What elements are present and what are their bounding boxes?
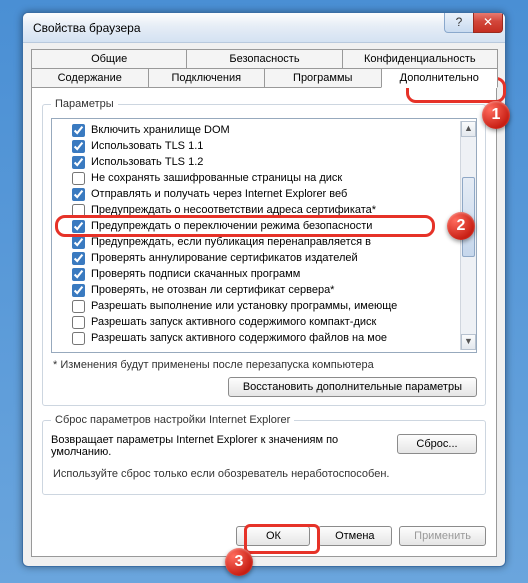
restart-note: * Изменения будут применены после переза… — [53, 359, 475, 371]
setting-checkbox[interactable] — [72, 172, 85, 185]
close-button[interactable]: ✕ — [473, 13, 503, 33]
reset-note: Используйте сброс только если обозревате… — [53, 468, 475, 480]
apply-button[interactable]: Применить — [399, 526, 486, 546]
settings-listbox[interactable]: Включить хранилище DOM Использовать TLS 1… — [51, 118, 477, 353]
setting-label: Использовать TLS 1.1 — [91, 140, 203, 152]
scroll-thumb[interactable] — [462, 177, 475, 257]
setting-row[interactable]: Включить хранилище DOM — [54, 122, 458, 138]
cancel-button[interactable]: Отмена — [318, 526, 392, 546]
parameters-legend: Параметры — [51, 98, 118, 110]
setting-checkbox[interactable] — [72, 140, 85, 153]
setting-row[interactable]: Отправлять и получать через Internet Exp… — [54, 186, 458, 202]
setting-row[interactable]: Проверять, не отозван ли сертификат серв… — [54, 282, 458, 298]
tab-connections[interactable]: Подключения — [148, 68, 266, 88]
setting-label: Предупреждать о переключении режима безо… — [91, 220, 372, 232]
scrollbar[interactable]: ▲ ▼ — [460, 121, 476, 350]
setting-checkbox[interactable] — [72, 316, 85, 329]
scroll-down-button[interactable]: ▼ — [461, 334, 476, 350]
setting-label: Использовать TLS 1.2 — [91, 156, 203, 168]
setting-row[interactable]: Разрешать запуск активного содержимого ф… — [54, 330, 458, 346]
window-buttons: ? ✕ — [445, 13, 503, 33]
ok-button[interactable]: ОК — [236, 526, 310, 546]
tabs-area: Общие Безопасность Конфиденциальность Со… — [23, 43, 505, 565]
setting-checkbox[interactable] — [72, 156, 85, 169]
setting-row[interactable]: Использовать TLS 1.1 — [54, 138, 458, 154]
setting-label: Проверять аннулирование сертификатов изд… — [91, 252, 358, 264]
tab-advanced[interactable]: Дополнительно — [381, 68, 499, 88]
setting-label: Предупреждать, если публикация перенапра… — [91, 236, 371, 248]
setting-label: Проверять, не отозван ли сертификат серв… — [91, 284, 334, 296]
reset-group: Сброс параметров настройки Internet Expl… — [42, 414, 486, 495]
setting-label: Не сохранять зашифрованные страницы на д… — [91, 172, 342, 184]
titlebar[interactable]: Свойства браузера ? ✕ — [23, 13, 505, 43]
setting-checkbox[interactable] — [72, 204, 85, 217]
tab-privacy[interactable]: Конфиденциальность — [342, 49, 498, 69]
tabs-row-2: Содержание Подключения Программы Дополни… — [31, 68, 497, 88]
dialog-buttons: ОК Отмена Применить — [32, 526, 496, 546]
setting-checkbox[interactable] — [72, 300, 85, 313]
parameters-group: Параметры Включить хранилище DOM Использо… — [42, 98, 486, 406]
setting-row[interactable]: Проверять аннулирование сертификатов изд… — [54, 250, 458, 266]
help-button[interactable]: ? — [444, 13, 474, 33]
setting-row[interactable]: Разрешать выполнение или установку прогр… — [54, 298, 458, 314]
setting-label: Разрешать запуск активного содержимого к… — [91, 316, 376, 328]
setting-checkbox[interactable] — [72, 220, 85, 233]
internet-options-window: Свойства браузера ? ✕ Общие Безопасность… — [22, 12, 506, 567]
setting-row[interactable]: Разрешать запуск активного содержимого к… — [54, 314, 458, 330]
setting-row[interactable]: Использовать TLS 1.2 — [54, 154, 458, 170]
tabs-row-1: Общие Безопасность Конфиденциальность — [31, 49, 497, 69]
setting-row[interactable]: Предупреждать, если публикация перенапра… — [54, 234, 458, 250]
reset-text: Возвращает параметры Internet Explorer к… — [51, 434, 385, 458]
setting-label: Разрешать выполнение или установку прогр… — [91, 300, 397, 312]
tab-body: Параметры Включить хранилище DOM Использо… — [31, 87, 497, 557]
scroll-up-button[interactable]: ▲ — [461, 121, 476, 137]
setting-checkbox[interactable] — [72, 284, 85, 297]
setting-label: Разрешать запуск активного содержимого ф… — [91, 332, 387, 344]
window-title: Свойства браузера — [33, 21, 141, 35]
restore-row: Восстановить дополнительные параметры — [51, 377, 477, 397]
reset-row: Возвращает параметры Internet Explorer к… — [51, 434, 477, 458]
setting-checkbox[interactable] — [72, 268, 85, 281]
settings-items: Включить хранилище DOM Использовать TLS 1… — [52, 121, 460, 350]
setting-label: Предупреждать о несоответствии адреса се… — [91, 204, 376, 216]
setting-checkbox[interactable] — [72, 124, 85, 137]
setting-checkbox[interactable] — [72, 236, 85, 249]
reset-button[interactable]: Сброс... — [397, 434, 477, 454]
tab-security[interactable]: Безопасность — [186, 49, 342, 69]
setting-row[interactable]: Не сохранять зашифрованные страницы на д… — [54, 170, 458, 186]
setting-label: Включить хранилище DOM — [91, 124, 230, 136]
tab-content[interactable]: Содержание — [31, 68, 149, 88]
reset-legend: Сброс параметров настройки Internet Expl… — [51, 414, 294, 426]
setting-checkbox[interactable] — [72, 188, 85, 201]
tab-programs[interactable]: Программы — [264, 68, 382, 88]
restore-advanced-button[interactable]: Восстановить дополнительные параметры — [228, 377, 477, 397]
setting-checkbox[interactable] — [72, 332, 85, 345]
scroll-track[interactable] — [461, 137, 476, 334]
setting-row[interactable]: Предупреждать о несоответствии адреса се… — [54, 202, 458, 218]
setting-label: Проверять подписи скачанных программ — [91, 268, 300, 280]
setting-label: Отправлять и получать через Internet Exp… — [91, 188, 347, 200]
setting-row[interactable]: Проверять подписи скачанных программ — [54, 266, 458, 282]
tab-general[interactable]: Общие — [31, 49, 187, 69]
setting-checkbox[interactable] — [72, 252, 85, 265]
setting-row[interactable]: Предупреждать о переключении режима безо… — [54, 218, 458, 234]
